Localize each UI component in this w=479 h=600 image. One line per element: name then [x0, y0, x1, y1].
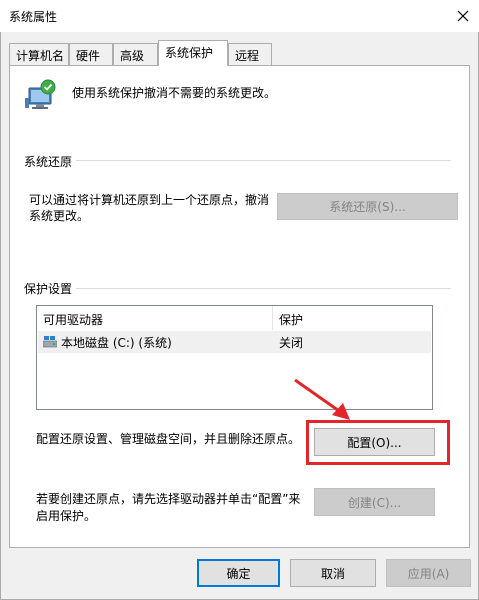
- tab-remote[interactable]: 远程: [228, 43, 272, 65]
- create-description-line2: 启用保护。: [36, 509, 97, 523]
- protection-settings-group-title: 保护设置: [24, 280, 77, 297]
- drive-icon: [42, 336, 58, 348]
- ok-button[interactable]: 确定: [197, 559, 280, 587]
- protection-settings-group-line: [26, 288, 451, 289]
- system-restore-group-line: [26, 160, 451, 161]
- drive-protection-status: 关闭: [279, 336, 304, 350]
- configure-description: 配置还原设置、管理磁盘空间，并且删除还原点。: [36, 432, 301, 446]
- intro-text: 使用系统保护撤消不需要的系统更改。: [72, 86, 277, 100]
- column-header-protection[interactable]: 保护: [273, 306, 432, 330]
- tab-advanced[interactable]: 高级: [113, 43, 158, 65]
- tab-hardware[interactable]: 硬件: [69, 43, 113, 65]
- system-restore-button[interactable]: 系统还原(S)...: [277, 193, 458, 220]
- window-title: 系统属性: [9, 10, 58, 24]
- annotation-arrow-icon: [294, 378, 350, 420]
- table-row[interactable]: 本地磁盘 (C:) (系统) 关闭: [38, 331, 431, 353]
- drive-list[interactable]: 可用驱动器 保护 本地磁盘 (C:) (系统) 关闭: [36, 305, 433, 410]
- cancel-button[interactable]: 取消: [290, 559, 376, 587]
- drive-name: 本地磁盘 (C:) (系统): [61, 336, 172, 350]
- column-header-drive[interactable]: 可用驱动器: [37, 306, 273, 330]
- system-restore-description-line1: 可以通过将计算机还原到上一个还原点，撤消: [29, 193, 270, 207]
- system-restore-description-line2: 系统更改。: [29, 209, 90, 223]
- create-button[interactable]: 创建(C)...: [314, 488, 435, 516]
- tab-system-protection[interactable]: 系统保护: [158, 40, 228, 66]
- annotation-highlight-box: [306, 420, 450, 465]
- close-button[interactable]: [447, 0, 479, 32]
- system-protection-icon: [23, 78, 59, 114]
- create-description-line1: 若要创建还原点，请先选择驱动器并单击“配置”来: [36, 492, 301, 506]
- close-icon: [457, 10, 469, 22]
- title-bar: [0, 0, 479, 32]
- tab-computer-name[interactable]: 计算机名: [9, 43, 69, 65]
- apply-button[interactable]: 应用(A): [386, 559, 471, 587]
- system-restore-group-title: 系统还原: [24, 153, 77, 170]
